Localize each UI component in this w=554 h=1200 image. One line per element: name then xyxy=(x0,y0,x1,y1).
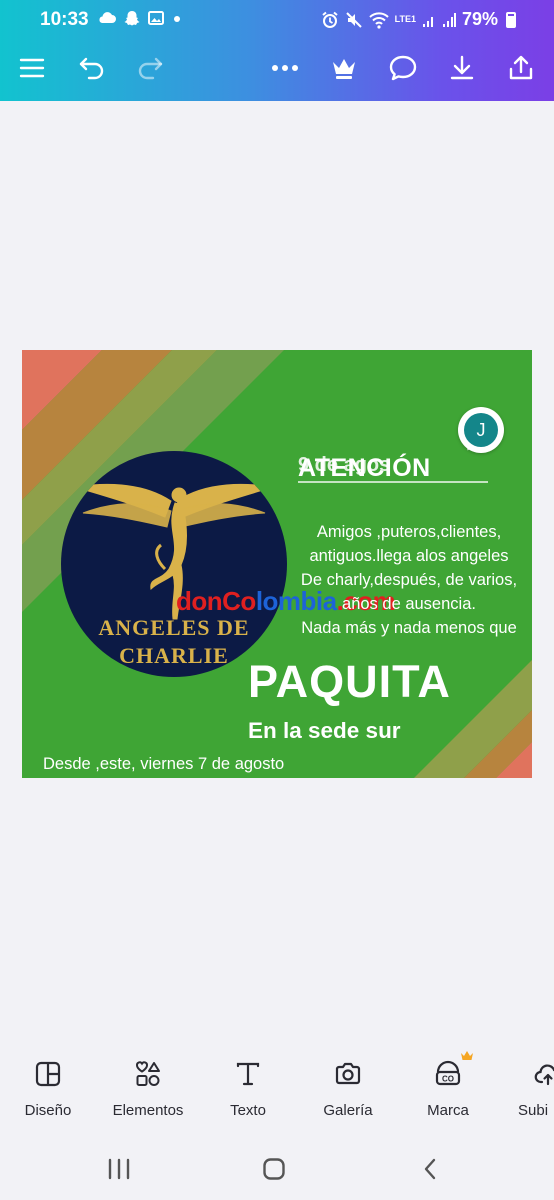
footer-date[interactable]: Desde ,este, viernes 7 de agosto xyxy=(43,755,284,774)
name-title[interactable]: PAQUITA xyxy=(248,656,451,708)
network-label: LTE1 xyxy=(394,14,416,24)
logo-text-line1: ANGELES DE xyxy=(98,615,250,640)
tab-subir[interactable]: Subi xyxy=(498,1058,554,1119)
tab-texto-label: Texto xyxy=(230,1102,266,1119)
alarm-icon xyxy=(321,11,338,28)
text-icon xyxy=(236,1062,260,1086)
body-line-4[interactable]: años de ausencia. xyxy=(274,595,532,614)
recents-icon xyxy=(108,1158,130,1180)
snapchat-icon xyxy=(124,11,140,26)
status-time: 10:33 xyxy=(40,9,89,30)
heading-atencion[interactable]: ATENCIÓN xyxy=(298,454,431,483)
tab-diseno-label: Diseño xyxy=(24,1102,72,1119)
layout-icon xyxy=(35,1061,61,1087)
avatar[interactable]: J xyxy=(464,413,498,447)
system-nav-bar xyxy=(0,1140,554,1200)
back-icon xyxy=(424,1158,436,1180)
body-line-2[interactable]: antiguos.llega alos angeles xyxy=(274,547,532,566)
logo-badge: ANGELES DE CHARLIE xyxy=(61,451,287,677)
tab-texto[interactable]: Texto xyxy=(198,1058,298,1119)
tab-subir-label: Subi xyxy=(518,1102,549,1119)
system-status: LTE1 79% xyxy=(321,9,516,30)
heading-underline xyxy=(298,481,488,483)
shapes-icon xyxy=(136,1061,160,1086)
editor-bottom-bar: Diseño Elementos Texto Galería CO Marca … xyxy=(0,1050,554,1130)
tab-elementos-label: Elementos xyxy=(112,1102,184,1119)
battery-percent: 79% xyxy=(461,9,498,29)
comment-icon[interactable] xyxy=(387,52,419,84)
hamburger-icon[interactable] xyxy=(16,52,48,84)
back-button[interactable] xyxy=(410,1154,450,1184)
status-bar: 10:33 LTE1 79% xyxy=(0,0,554,40)
subtitle-sede[interactable]: En la sede sur xyxy=(248,718,401,744)
design-canvas[interactable]: ANGELES DE CHARLIE donColombia.com 9 de … xyxy=(22,350,532,778)
collaborator-bubble[interactable]: J xyxy=(458,407,504,453)
cloud-icon xyxy=(99,12,116,23)
wifi-icon xyxy=(368,11,389,29)
tab-marca-label: Marca xyxy=(427,1102,469,1119)
watermark-part1: donCo xyxy=(176,586,256,616)
tab-marca[interactable]: CO Marca xyxy=(398,1051,498,1119)
share-icon[interactable] xyxy=(505,52,537,84)
home-icon xyxy=(263,1158,285,1180)
recents-button[interactable] xyxy=(99,1154,139,1184)
more-icon[interactable] xyxy=(269,52,301,84)
download-icon[interactable] xyxy=(446,52,478,84)
battery-icon xyxy=(506,11,516,28)
undo-icon[interactable] xyxy=(76,52,108,84)
upload-cloud-icon xyxy=(534,1064,554,1086)
body-line-3[interactable]: De charly,después, de varios, xyxy=(274,571,532,590)
mute-icon xyxy=(345,11,362,28)
tab-elementos[interactable]: Elementos xyxy=(98,1058,198,1119)
body-line-1[interactable]: Amigos ,puteros,clientes, xyxy=(274,523,532,542)
home-button[interactable] xyxy=(254,1154,294,1184)
notification-icons xyxy=(98,10,182,26)
crown-icon[interactable] xyxy=(328,52,360,84)
tab-galeria-label: Galería xyxy=(323,1102,373,1119)
tab-galeria[interactable]: Galería xyxy=(298,1058,398,1119)
svg-text:CO: CO xyxy=(442,1075,454,1084)
signal-icon xyxy=(422,16,433,27)
crown-badge-icon xyxy=(461,1051,473,1060)
body-line-5[interactable]: Nada más y nada menos que xyxy=(274,619,532,638)
gallery-icon xyxy=(148,11,164,25)
signal-icon-2 xyxy=(442,12,456,27)
brand-icon: CO xyxy=(435,1060,461,1086)
editor-toolbar xyxy=(0,48,554,88)
camera-icon xyxy=(335,1062,361,1085)
redo-icon[interactable] xyxy=(134,52,166,84)
tab-diseno[interactable]: Diseño xyxy=(0,1058,98,1119)
dot-icon xyxy=(174,16,180,22)
app-header: 10:33 LTE1 79% xyxy=(0,0,554,101)
